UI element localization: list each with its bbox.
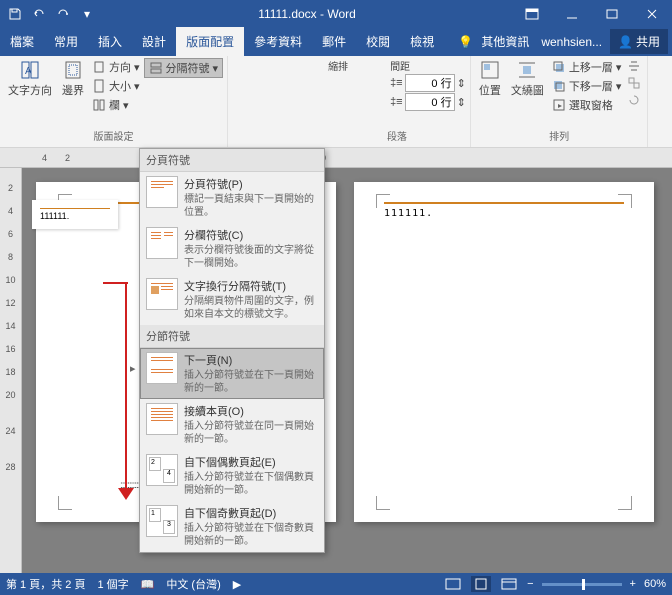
menu-even-page[interactable]: 42 自下個偶數頁起(E) 插入分節符號並在下個偶數頁開始新的一節。 [140,450,324,501]
zoom-level[interactable]: 60% [644,578,666,590]
language-indicator[interactable]: 中文 (台灣) [166,576,220,592]
page-overlay: 111111. [32,200,118,229]
ribbon-display-button[interactable] [512,0,552,28]
tab-layout[interactable]: 版面配置 [176,27,244,56]
pages-container: 111111. 111111. [22,168,672,578]
account-label[interactable]: wenhsien... [537,29,606,55]
spacing-after-input[interactable]: ‡≡ ⇕ [390,93,466,111]
columns-button[interactable]: 欄▾ [90,96,142,114]
zoom-slider[interactable] [542,583,622,586]
even-page-icon: 42 [146,454,178,486]
ribbon-group-page-setup: A 文字方向 邊界 方向▾ 大小▾ 欄▾ [0,56,228,147]
breaks-dropdown[interactable]: 分隔符號▾ [144,58,224,78]
continuous-icon [146,403,178,435]
vertical-ruler[interactable]: 2 4 6 8 10 12 14 16 18 20 24 28 [0,168,22,578]
tellme-button[interactable]: 其他資訊 [477,27,533,56]
undo-button[interactable] [28,3,50,25]
word-count[interactable]: 1 個字 [97,576,128,592]
maximize-button[interactable] [592,0,632,28]
save-button[interactable] [4,3,26,25]
web-layout-button[interactable] [499,576,519,592]
text-wrap-icon [146,278,178,310]
spacing-before-icon: ‡≡ [390,77,403,89]
ribbon: A 文字方向 邊界 方向▾ 大小▾ 欄▾ [0,56,672,148]
redo-button[interactable] [52,3,74,25]
orientation-button[interactable]: 方向▾ [90,58,142,76]
tab-view[interactable]: 檢視 [400,27,444,56]
menu-next-page[interactable]: ▸ 下一頁(N) 插入分節符號並在下一頁開始新的一節。 [140,348,324,399]
rotate-button[interactable] [625,92,643,108]
spacing-before-input[interactable]: ‡≡ ⇕ [390,74,466,92]
print-layout-button[interactable] [471,576,491,592]
group-button[interactable] [625,75,643,91]
spell-check-icon[interactable]: 📖 [141,578,155,591]
window-controls [512,0,672,28]
next-page-icon [146,352,178,384]
menu-continuous[interactable]: 接續本頁(O) 插入分節符號並在同一頁開始新的一節。 [140,399,324,450]
page-indicator[interactable]: 第 1 頁，共 2 頁 [6,576,85,592]
send-backward-button[interactable]: 下移一層▾ [550,77,624,95]
breaks-menu: 分頁符號 分頁符號(P) 標記一頁結束與下一頁開始的位置。 分欄符號(C) 表示… [139,148,325,553]
customize-qat-button[interactable]: ▾ [76,3,98,25]
ribbon-group-arrange: 位置 文繞圖 上移一層▾ 下移一層▾ 選取窗格 [471,56,649,147]
tab-references[interactable]: 參考資料 [244,27,312,56]
tab-file[interactable]: 檔案 [0,27,44,56]
status-bar: 第 1 頁，共 2 頁 1 個字 📖 中文 (台灣) ▶ − + 60% [0,573,672,595]
tab-insert[interactable]: 插入 [88,27,132,56]
lightbulb-icon: 💡 [458,35,473,49]
ribbon-tabs: 檔案 常用 插入 設計 版面配置 參考資料 郵件 校閱 檢視 💡 其他資訊 we… [0,28,672,56]
menu-submenu-indicator: ▸ [130,362,136,375]
quick-access-toolbar: ▾ [0,3,102,25]
margins-button[interactable]: 邊界 [58,58,88,114]
bring-forward-button[interactable]: 上移一層▾ [550,58,624,76]
macro-icon[interactable]: ▶ [233,578,241,591]
share-button[interactable]: 👤 共用 [610,29,668,54]
page-breaks-header: 分頁符號 [140,149,324,172]
tab-design[interactable]: 設計 [132,27,176,56]
selection-pane-button[interactable]: 選取窗格 [550,96,624,114]
menu-text-wrap-break[interactable]: 文字換行分隔符號(T) 分隔網頁物件周圍的文字，例如來自本文的標號文字。 [140,274,324,325]
page-2-text[interactable]: 111111. [384,208,624,219]
size-button[interactable]: 大小▾ [90,77,142,95]
title-bar: ▾ 11111.docx - Word [0,0,672,28]
menu-page-break[interactable]: 分頁符號(P) 標記一頁結束與下一頁開始的位置。 [140,172,324,223]
minimize-button[interactable] [552,0,592,28]
text-direction-button[interactable]: A 文字方向 [4,58,56,114]
read-mode-button[interactable] [443,576,463,592]
ribbon-group-paragraph: 縮排 間距 ‡≡ ⇕ ‡≡ ⇕ 段落 [228,56,471,147]
zoom-out-button[interactable]: − [527,578,533,590]
page-break-icon [146,176,178,208]
window-title: 11111.docx - Word [102,7,512,21]
odd-page-icon: 31 [146,505,178,537]
svg-text:A: A [25,66,32,77]
spacing-after-icon: ‡≡ [390,96,403,108]
tab-home[interactable]: 常用 [44,27,88,56]
column-break-icon [146,227,178,259]
menu-odd-page[interactable]: 31 自下個奇數頁起(D) 插入分節符號並在下個奇數頁開始新的一節。 [140,501,324,552]
share-icon: 👤 [618,35,633,49]
tab-mail[interactable]: 郵件 [312,27,356,56]
page-2[interactable]: 111111. [354,182,654,522]
align-button[interactable] [625,58,643,74]
workspace: 2 4 6 8 10 12 14 16 18 20 24 28 111111. … [0,168,672,578]
section-breaks-header: 分節符號 [140,325,324,348]
menu-column-break[interactable]: 分欄符號(C) 表示分欄符號後面的文字將從下一欄開始。 [140,223,324,274]
tab-review[interactable]: 校閱 [356,27,400,56]
horizontal-ruler[interactable]: 4 2 30 [0,148,672,168]
wrap-text-button[interactable]: 文繞圖 [507,58,548,114]
close-button[interactable] [632,0,672,28]
position-button[interactable]: 位置 [475,58,505,114]
zoom-in-button[interactable]: + [630,578,636,590]
